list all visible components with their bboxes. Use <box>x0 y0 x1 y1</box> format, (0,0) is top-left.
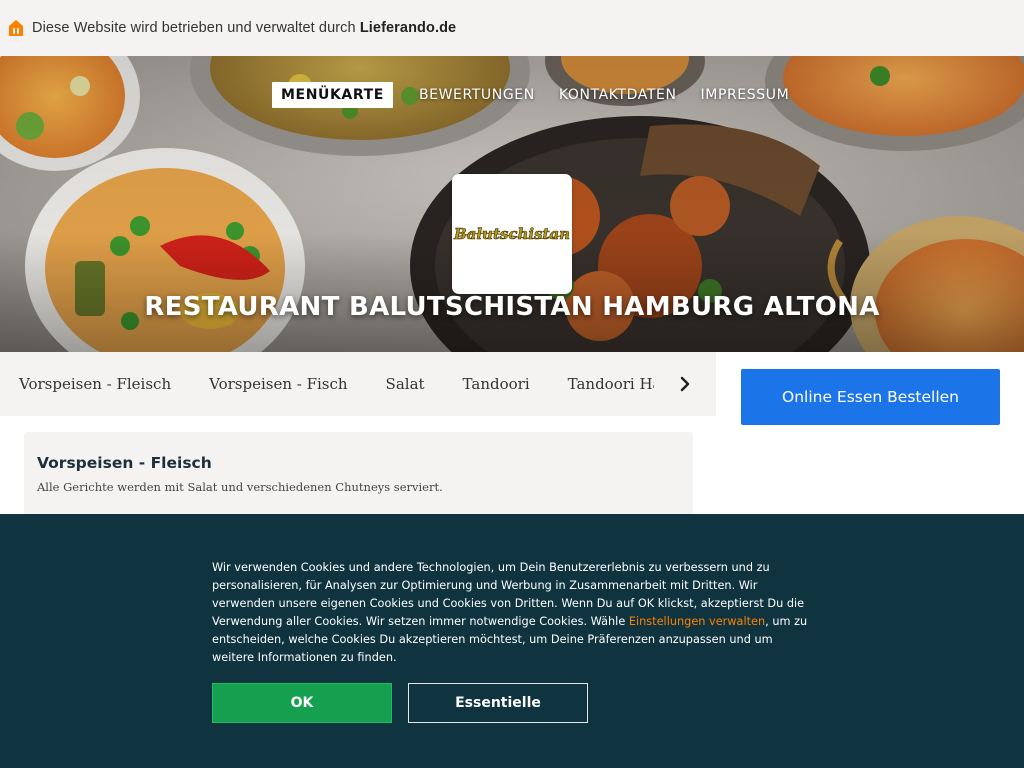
nav-item-kontaktdaten[interactable]: KONTAKTDATEN <box>547 82 689 108</box>
cookie-text: Wir verwenden Cookies und andere Technol… <box>212 561 808 664</box>
menu-content: Vorspeisen - Fleisch Alle Gerichte werde… <box>0 416 716 522</box>
nav-item-menukarte[interactable]: MENÜKARTE <box>272 82 393 108</box>
lieferando-link[interactable]: Lieferando.de <box>360 20 456 36</box>
menu-section: Vorspeisen - Fleisch Alle Gerichte werde… <box>24 432 693 522</box>
nav-item-bewertungen[interactable]: BEWERTUNGEN <box>407 82 547 108</box>
category-bar: Vorspeisen - Fleisch Vorspeisen - Fisch … <box>0 352 716 416</box>
cookie-banner: Wir verwenden Cookies und andere Technol… <box>0 514 1024 768</box>
svg-text:Balutschistan: Balutschistan <box>453 225 570 243</box>
category-list: Vorspeisen - Fleisch Vorspeisen - Fisch … <box>0 375 654 393</box>
cookie-ok-button[interactable]: OK <box>212 683 392 723</box>
section-title: Vorspeisen - Fleisch <box>37 454 212 472</box>
main-nav: MENÜKARTE BEWERTUNGEN KONTAKTDATEN IMPRE… <box>272 82 801 108</box>
manage-settings-link[interactable]: Einstellungen verwalten <box>629 615 765 628</box>
chevron-right-icon[interactable] <box>676 374 694 394</box>
restaurant-logo: Balutschistan <box>452 174 572 294</box>
balutschistan-logo: Balutschistan <box>453 225 571 244</box>
cookie-essential-button[interactable]: Essentielle <box>408 683 588 723</box>
nav-item-impressum[interactable]: IMPRESSUM <box>689 82 802 108</box>
order-online-button[interactable]: Online Essen Bestellen <box>741 369 1000 425</box>
category-vorspeisen-fisch[interactable]: Vorspeisen - Fisch <box>209 375 347 393</box>
operator-notice-bar: Diese Website wird betrieben und verwalt… <box>0 0 1024 56</box>
section-description: Alle Gerichte werden mit Salat und versc… <box>37 480 443 494</box>
category-tandoori-hauptgerichte[interactable]: Tandoori Hauptgerichte <box>568 375 654 393</box>
category-salat[interactable]: Salat <box>386 375 425 393</box>
category-vorspeisen-fleisch[interactable]: Vorspeisen - Fleisch <box>19 375 171 393</box>
category-tandoori[interactable]: Tandoori <box>463 375 530 393</box>
hero-banner: MENÜKARTE BEWERTUNGEN KONTAKTDATEN IMPRE… <box>0 56 1024 352</box>
restaurant-title: RESTAURANT BALUTSCHISTAN HAMBURG ALTONA <box>144 292 880 322</box>
operator-notice: Diese Website wird betrieben und verwalt… <box>32 20 457 36</box>
order-panel: Online Essen Bestellen <box>716 352 1024 514</box>
lieferando-house-icon <box>9 20 23 36</box>
